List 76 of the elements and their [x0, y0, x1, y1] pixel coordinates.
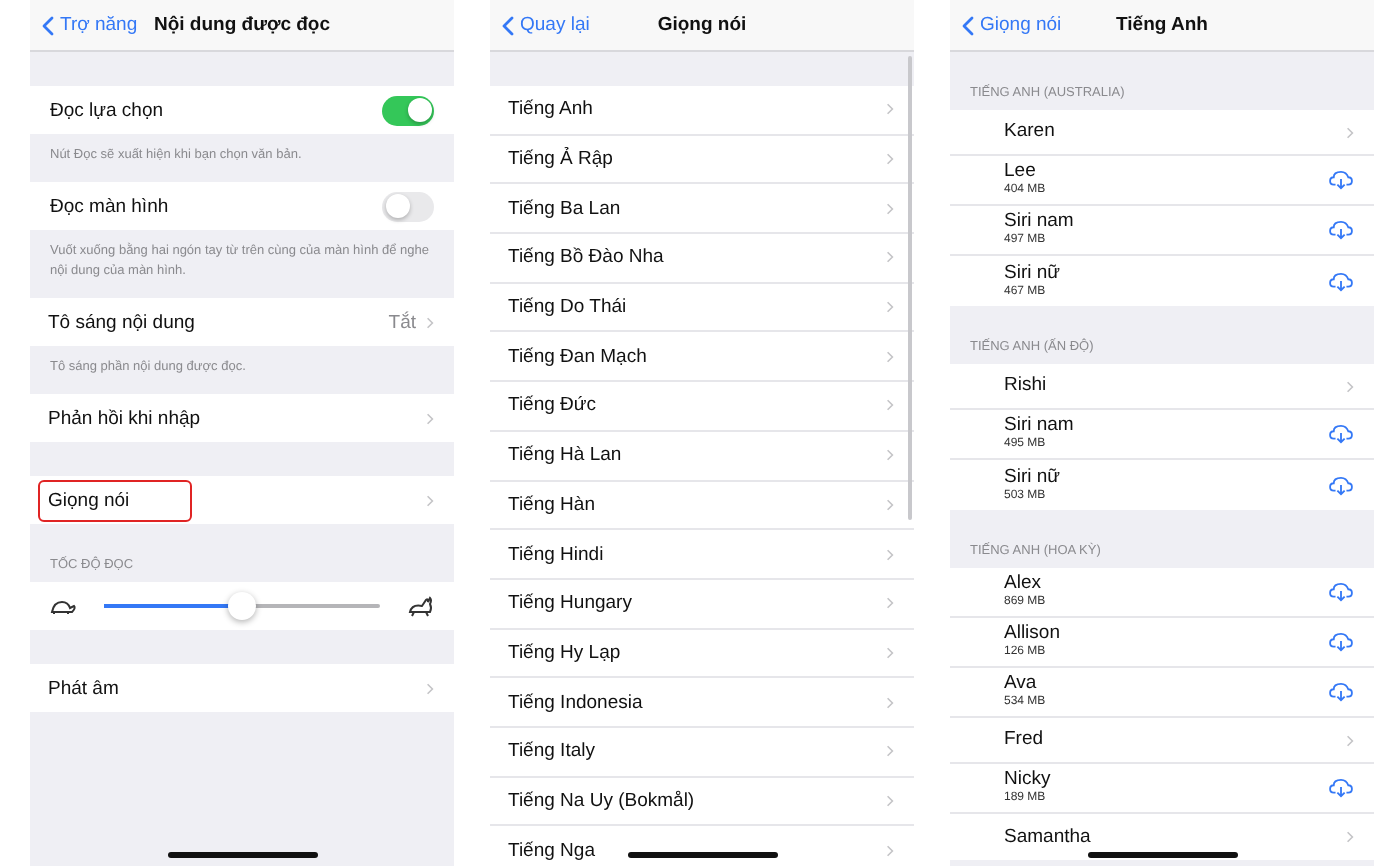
cloud-download-icon[interactable] [1328, 271, 1354, 291]
list-row[interactable]: Tô sáng nội dung Tắt [30, 298, 454, 346]
voice-name: Siri nam [1004, 212, 1074, 232]
screen-title: Giọng nói [657, 14, 747, 36]
rabbit-icon [406, 595, 434, 617]
row-label: Đọc lựa chọn [50, 99, 164, 121]
back-chevron-icon [962, 15, 974, 35]
settings-row[interactable]: Đọc lựa chọn [30, 86, 454, 134]
settings-row[interactable]: Đọc màn hình [30, 182, 454, 230]
turtle-icon [50, 597, 78, 615]
voice-name: Alex [1004, 574, 1043, 594]
voice-name: Siri nam [1004, 416, 1074, 436]
list-row[interactable]: Tiếng Hy Lạp [490, 629, 914, 679]
back-chevron-icon [502, 15, 514, 35]
cloud-download-icon[interactable] [1328, 475, 1354, 495]
screen-title: Tiếng Anh [1116, 14, 1208, 36]
cloud-download-icon[interactable] [1328, 778, 1354, 798]
cloud-download-icon[interactable] [1328, 632, 1354, 652]
chevron-icon [886, 300, 894, 315]
chevron-icon [886, 152, 894, 167]
chevron-icon [426, 681, 434, 695]
voice-row[interactable]: Rishi [950, 364, 1374, 410]
toggle-switch[interactable] [382, 95, 434, 125]
back-link[interactable]: Trợ năng [42, 14, 138, 36]
chevron-icon [886, 497, 894, 512]
toggle-switch[interactable] [382, 191, 434, 221]
list-row[interactable]: Tiếng Hindi [490, 530, 914, 580]
highlighted-row[interactable]: Giọng nói [30, 476, 454, 524]
chevron-icon [886, 250, 894, 265]
voice-name: Nicky [1004, 770, 1051, 790]
voice-name: Siri nữ [1004, 263, 1061, 283]
chevron-icon [426, 315, 434, 329]
list-row[interactable]: Phát âm [30, 664, 454, 712]
back-link[interactable]: Quay lại [502, 14, 590, 36]
list-row[interactable]: Tiếng Italy [490, 727, 914, 778]
back-link[interactable]: Giọng nói [962, 14, 1062, 36]
voice-name: Rishi [1004, 376, 1047, 396]
chevron-icon [886, 448, 894, 463]
voice-name: Lee [1004, 162, 1038, 182]
chevron-icon [426, 493, 434, 507]
row-value: Tắt [388, 311, 416, 333]
chevron-icon [886, 645, 894, 660]
cloud-download-icon[interactable] [1328, 220, 1354, 240]
cloud-download-icon[interactable] [1328, 682, 1354, 702]
cloud-download-icon[interactable] [1328, 424, 1354, 444]
chevron-icon [886, 398, 894, 413]
chevron-icon [886, 349, 894, 364]
voice-name: Karen [1004, 122, 1055, 142]
chevron-icon [886, 547, 894, 562]
voice-row[interactable]: Fred [950, 718, 1374, 764]
list-row[interactable]: Phản hồi khi nhập [30, 394, 454, 442]
chevron-icon [886, 744, 894, 759]
list-row[interactable]: Tiếng Na Uy (Bokmål) [490, 777, 914, 827]
chevron-icon [886, 102, 894, 117]
voice-name: Siri nữ [1004, 467, 1061, 487]
voice-name: Fred [1004, 730, 1044, 750]
chevron-icon [886, 201, 894, 216]
screen-title: Nội dung được đọc [153, 14, 331, 36]
back-chevron-icon [42, 15, 54, 35]
voice-name: Allison [1004, 624, 1060, 644]
row-label: Đọc màn hình [50, 195, 169, 217]
chevron-icon [886, 596, 894, 611]
list-row[interactable]: Tiếng Nga [490, 826, 914, 866]
chevron-icon [426, 411, 434, 425]
speed-slider[interactable] [104, 592, 380, 620]
cloud-download-icon[interactable] [1328, 582, 1354, 602]
voice-row[interactable]: Karen [950, 110, 1374, 156]
list-row[interactable]: Tiếng Hungary [490, 579, 914, 630]
chevron-icon [886, 793, 894, 808]
chevron-icon [886, 844, 894, 859]
voice-name: Samantha [1004, 827, 1091, 847]
cloud-download-icon[interactable] [1328, 170, 1354, 190]
voice-name: Ava [1004, 674, 1039, 694]
chevron-icon [886, 695, 894, 710]
voice-row[interactable]: Samantha [950, 814, 1374, 860]
list-row[interactable]: Tiếng Indonesia [490, 678, 914, 728]
